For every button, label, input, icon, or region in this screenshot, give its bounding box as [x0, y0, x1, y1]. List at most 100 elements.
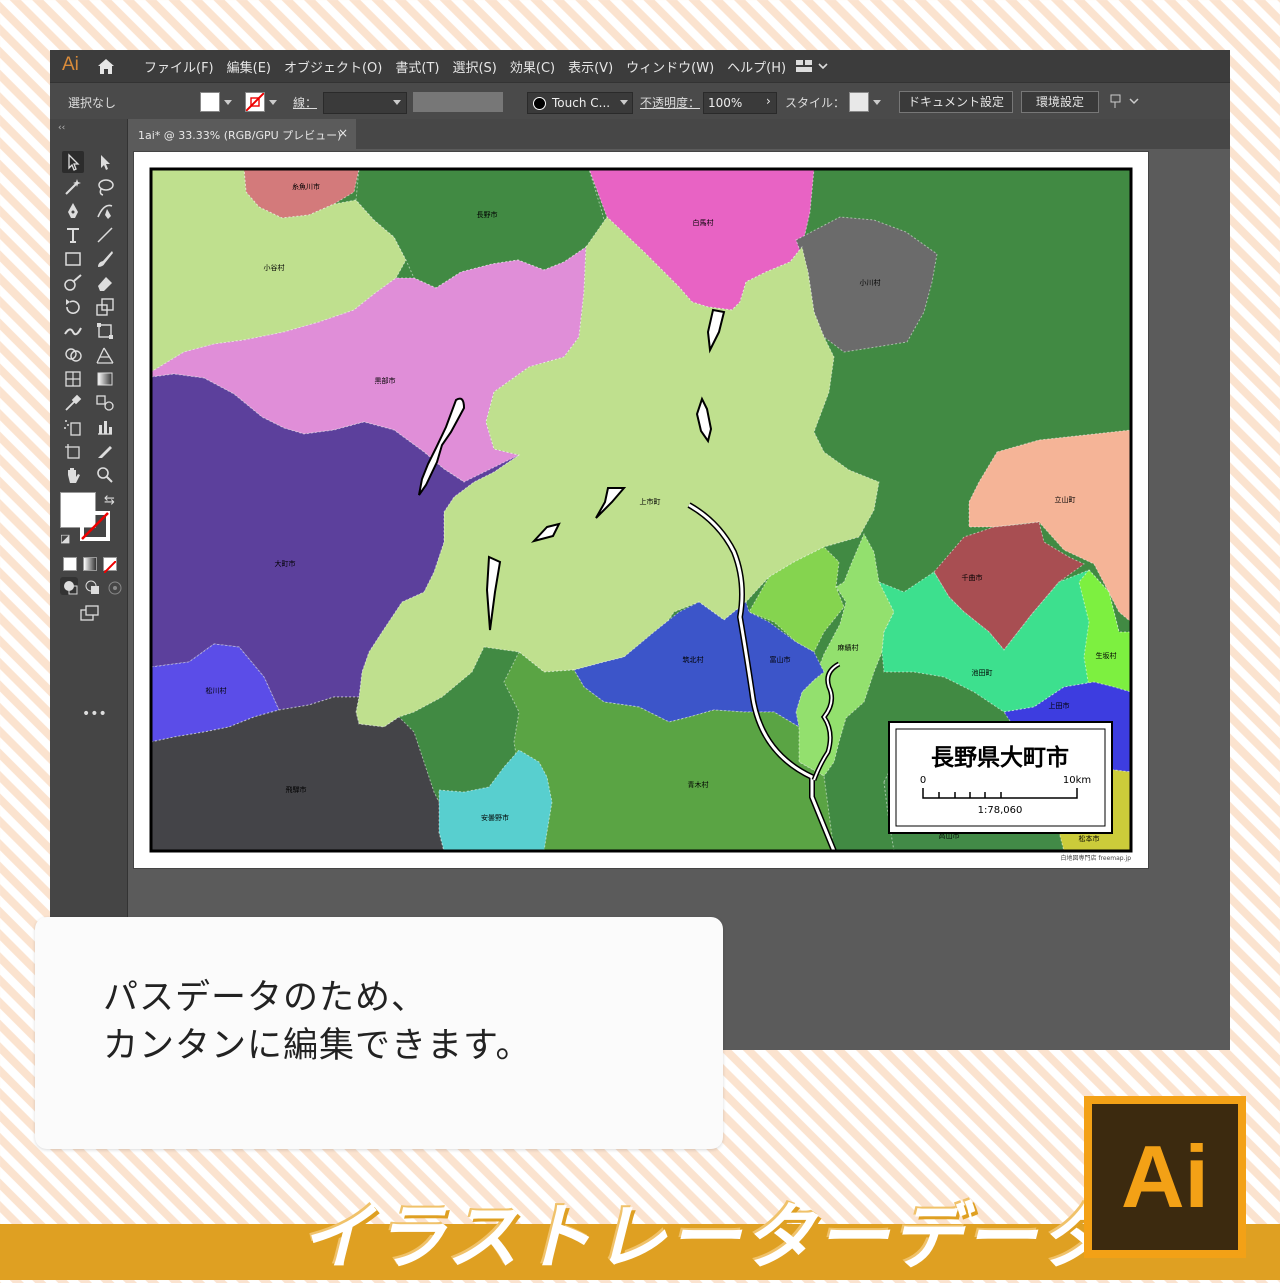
mesh-tool-icon[interactable]: [62, 368, 84, 390]
blend-tool-icon[interactable]: [94, 392, 116, 414]
style-swatch[interactable]: [849, 92, 869, 112]
lasso-tool-icon[interactable]: [94, 176, 116, 198]
magic-wand-tool-icon[interactable]: [62, 176, 84, 198]
rectangle-tool-icon[interactable]: [62, 248, 84, 270]
region-label: 富山市: [770, 655, 791, 664]
menu-view[interactable]: 表示(V): [568, 57, 613, 76]
workspace-switcher-icon[interactable]: [795, 58, 829, 74]
menu-help[interactable]: ヘルプ(H): [727, 57, 786, 76]
variable-width-profile[interactable]: [413, 92, 503, 112]
selection-tool-icon[interactable]: [62, 151, 84, 173]
draw-normal-icon[interactable]: [60, 577, 78, 595]
region-label: 上田市: [1049, 701, 1070, 710]
width-tool-icon[interactable]: [62, 320, 84, 342]
region-label: 大町市: [275, 559, 296, 568]
stroke-color-box[interactable]: [80, 511, 110, 541]
region-label: 糸魚川市: [292, 182, 320, 191]
curvature-tool-icon[interactable]: [94, 200, 116, 222]
brush-selector[interactable]: Touch C...: [527, 92, 633, 114]
close-tab-icon[interactable]: ×: [338, 126, 348, 140]
rotate-tool-icon[interactable]: [62, 296, 84, 318]
perspective-grid-tool-icon[interactable]: [94, 344, 116, 366]
brush-dot-icon: [533, 97, 546, 110]
zoom-tool-icon[interactable]: [94, 464, 116, 486]
stroke-dropdown-icon[interactable]: [269, 100, 277, 105]
opacity-field[interactable]: 100% ›: [703, 92, 777, 114]
map-illustration[interactable]: 糸魚川市小谷村 白馬村小川村 長野市黒部市上市町 立山町大町市千曲市富山市 麻績村池田町…: [134, 152, 1148, 868]
brush-dropdown-icon[interactable]: [620, 100, 628, 105]
none-mode-icon[interactable]: [103, 557, 117, 574]
hand-tool-icon[interactable]: [62, 464, 84, 486]
more-tools-icon[interactable]: •••: [82, 706, 107, 722]
document-setup-button[interactable]: ドキュメント設定: [899, 91, 1013, 113]
type-tool-icon[interactable]: [62, 224, 84, 246]
fill-dropdown-icon[interactable]: [224, 100, 232, 105]
collapse-panel-icon[interactable]: ‹‹: [58, 123, 65, 133]
pen-tool-icon[interactable]: [62, 200, 84, 222]
swap-colors-icon[interactable]: ⇆: [104, 493, 115, 508]
eraser-tool-icon[interactable]: [94, 272, 116, 294]
default-colors-icon[interactable]: ◪: [60, 532, 70, 545]
home-icon[interactable]: [96, 57, 116, 75]
illustrator-window: Ai ファイル(F) 編集(E) オブジェクト(O) 書式(T) 選択(S) 効…: [50, 50, 1230, 1050]
free-transform-tool-icon[interactable]: [94, 320, 116, 342]
menu-items: ファイル(F) 編集(E) オブジェクト(O) 書式(T) 選択(S) 効果(C…: [144, 50, 786, 82]
region-label: 上市町: [640, 497, 661, 506]
gradient-tool-icon[interactable]: [94, 368, 116, 390]
slice-tool-icon[interactable]: [94, 440, 116, 462]
banner-title: イラストレーターデータ: [300, 1195, 1113, 1279]
region-label: 池田町: [972, 668, 993, 677]
opacity-value: 100%: [708, 96, 743, 110]
map-credit: 白地図専門店 freemap.jp: [1061, 854, 1132, 862]
artboard-tool-icon[interactable]: [62, 440, 84, 462]
draw-behind-icon[interactable]: [82, 577, 100, 595]
gradient-mode-icon[interactable]: [83, 557, 97, 571]
menu-bar: Ai ファイル(F) 編集(E) オブジェクト(O) 書式(T) 選択(S) 効…: [50, 50, 1230, 82]
stroke-weight-dropdown-icon[interactable]: [393, 100, 401, 105]
region-label: 飛騨市: [286, 785, 307, 794]
shaper-tool-icon[interactable]: [62, 272, 84, 294]
eyedropper-tool-icon[interactable]: [62, 392, 84, 414]
region-label: 筑北村: [683, 655, 704, 664]
color-mode-icon[interactable]: [63, 557, 77, 571]
brush-name: Touch C...: [552, 96, 611, 110]
menu-file[interactable]: ファイル(F): [144, 57, 214, 76]
menu-window[interactable]: ウィンドウ(W): [626, 57, 714, 76]
caption-line-2: カンタンに編集できます。: [103, 1026, 532, 1066]
menu-type[interactable]: 書式(T): [395, 57, 439, 76]
menu-object[interactable]: オブジェクト(O): [284, 57, 382, 76]
region-label: 千曲市: [962, 573, 983, 582]
region-label: 黒部市: [375, 376, 396, 385]
menu-select[interactable]: 選択(S): [452, 57, 496, 76]
scale-ratio: 1:78,060: [978, 805, 1023, 816]
artboard[interactable]: 糸魚川市 小谷村 白馬村 小川村 長野市 黒部市 上市町 立山町 大町市 千曲市 富山市 麻績村 池田町…: [134, 152, 1148, 868]
column-graph-tool-icon[interactable]: [94, 416, 116, 438]
region-label: 松本市: [1079, 834, 1100, 843]
opacity-arrow-icon[interactable]: ›: [766, 94, 771, 108]
preferences-button[interactable]: 環境設定: [1021, 91, 1099, 113]
region-label: 青木村: [688, 780, 709, 789]
paintbrush-tool-icon[interactable]: [94, 248, 116, 270]
tools-panel: ‹‹ ⇆ ◪ •••: [50, 119, 128, 950]
fill-swatch[interactable]: [200, 92, 220, 112]
caption-line-1: パスデータのため、: [103, 978, 428, 1018]
caption-card: パスデータのため、 カンタンに編集できます。: [35, 917, 723, 1149]
direct-selection-tool-icon[interactable]: [94, 151, 116, 173]
region-label: 長野市: [477, 210, 498, 219]
symbol-sprayer-tool-icon[interactable]: [62, 416, 84, 438]
document-tab[interactable]: 1ai* @ 33.33% (RGB/GPU プレビュー) ×: [128, 119, 356, 149]
scale-tool-icon[interactable]: [94, 296, 116, 318]
style-dropdown-icon[interactable]: [873, 100, 881, 105]
shape-builder-tool-icon[interactable]: [62, 344, 84, 366]
arrange-documents-icon[interactable]: [1110, 92, 1140, 113]
control-bar: 選択なし 線： Touch C... 不透明度： 100% › スタイル： ドキ…: [50, 82, 1230, 121]
selection-status: 選択なし: [68, 96, 117, 110]
line-tool-icon[interactable]: [94, 224, 116, 246]
region-label: 小川村: [860, 278, 881, 287]
draw-inside-icon[interactable]: [104, 577, 122, 595]
stroke-swatch[interactable]: [245, 92, 265, 112]
menu-edit[interactable]: 編集(E): [227, 57, 271, 76]
region-label: 白馬村: [693, 218, 714, 227]
menu-effect[interactable]: 効果(C): [510, 57, 555, 76]
screen-mode-icon[interactable]: [78, 602, 100, 624]
